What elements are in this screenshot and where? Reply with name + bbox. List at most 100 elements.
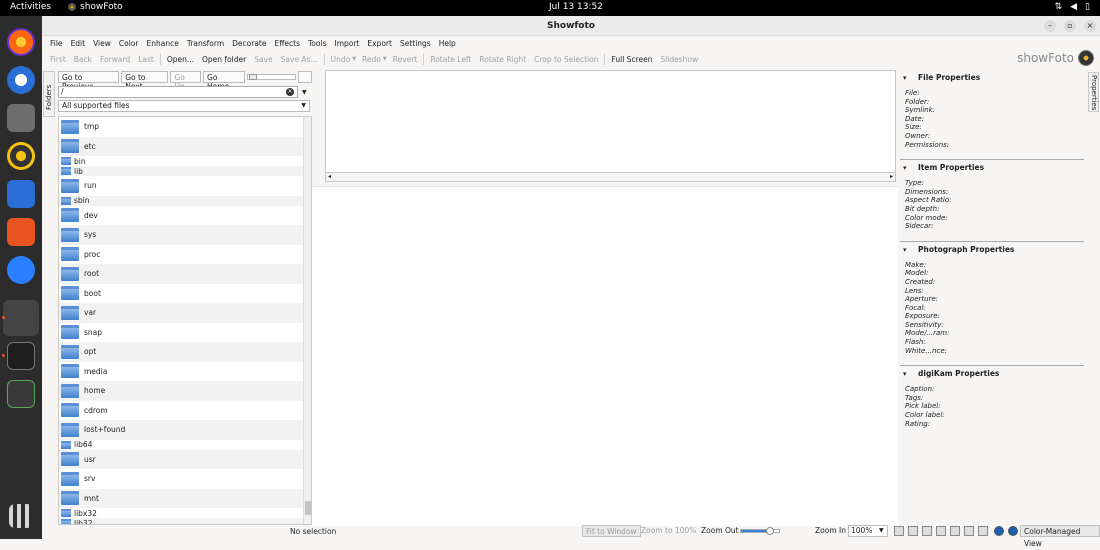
save-button[interactable]: Save bbox=[250, 55, 276, 64]
revert-button[interactable]: Revert bbox=[389, 55, 422, 64]
view-mode-3-icon[interactable] bbox=[950, 526, 960, 536]
last-button[interactable]: Last bbox=[134, 55, 158, 64]
path-dropdown-icon[interactable]: ▼ bbox=[302, 89, 307, 96]
go-to-previous-button[interactable]: Go to Previous bbox=[58, 71, 120, 91]
menu-edit[interactable]: Edit bbox=[67, 39, 90, 48]
folder-scrollbar[interactable] bbox=[303, 117, 311, 524]
scrollbar-thumb[interactable] bbox=[305, 501, 311, 515]
close-button[interactable]: × bbox=[1084, 20, 1096, 32]
menu-color[interactable]: Color bbox=[115, 39, 143, 48]
fit-to-window-button[interactable]: Fit to Window bbox=[582, 525, 641, 537]
view-mode-4-icon[interactable] bbox=[964, 526, 974, 536]
rotate-left-button[interactable]: Rotate Left bbox=[426, 55, 475, 64]
rhythmbox-icon[interactable] bbox=[7, 142, 35, 170]
menu-settings[interactable]: Settings bbox=[396, 39, 435, 48]
view-mode-2-icon[interactable] bbox=[936, 526, 946, 536]
color-managed-view-button[interactable]: Color-Managed View bbox=[1020, 525, 1100, 548]
folder-row[interactable]: run bbox=[59, 176, 303, 196]
firefox-icon[interactable] bbox=[7, 28, 35, 56]
menu-help[interactable]: Help bbox=[435, 39, 460, 48]
menu-transform[interactable]: Transform bbox=[183, 39, 228, 48]
go-home-button[interactable]: Go Home bbox=[203, 71, 246, 91]
scroll-left-icon[interactable]: ◂ bbox=[328, 173, 331, 180]
menu-decorate[interactable]: Decorate bbox=[228, 39, 270, 48]
image-canvas[interactable] bbox=[325, 70, 896, 182]
photograph-properties-header[interactable]: Photograph Properties bbox=[900, 242, 1086, 258]
folder-row[interactable]: etc bbox=[59, 136, 303, 156]
digikam-properties-header[interactable]: digiKam Properties bbox=[900, 366, 1086, 382]
zoom-to-100-button[interactable]: Zoom to 100% bbox=[638, 525, 699, 537]
folder-row[interactable]: bin bbox=[59, 156, 303, 166]
menu-tools[interactable]: Tools bbox=[304, 39, 330, 48]
view-mode-1-icon[interactable] bbox=[922, 526, 932, 536]
folder-row[interactable]: home bbox=[59, 381, 303, 401]
zoom-dropdown-icon[interactable]: ▼ bbox=[879, 527, 884, 534]
zoom-slider[interactable] bbox=[740, 527, 780, 535]
folder-row[interactable]: srv bbox=[59, 469, 303, 489]
tab-folders[interactable]: Folders bbox=[43, 71, 55, 117]
folder-row[interactable]: tmp bbox=[59, 117, 303, 137]
slider-handle[interactable] bbox=[249, 74, 258, 80]
undo-dropdown-icon[interactable]: ▼ bbox=[352, 56, 356, 62]
zoom-out-button[interactable]: Zoom Out bbox=[698, 525, 742, 537]
slideshow-button[interactable]: Slideshow bbox=[656, 55, 702, 64]
minimize-button[interactable]: – bbox=[1044, 20, 1056, 32]
crop-to-selection-button[interactable]: Crop to Selection bbox=[530, 55, 602, 64]
terminal-icon[interactable] bbox=[7, 342, 35, 370]
first-button[interactable]: First bbox=[46, 55, 70, 64]
underexposure-icon[interactable] bbox=[894, 526, 904, 536]
view-mode-5-icon[interactable] bbox=[978, 526, 988, 536]
canvas-horizontal-scrollbar[interactable]: ◂ ▸ bbox=[325, 172, 896, 182]
folder-row[interactable]: libx32 bbox=[59, 508, 303, 518]
folder-row[interactable]: cdrom bbox=[59, 401, 303, 421]
item-properties-header[interactable]: Item Properties bbox=[900, 160, 1086, 176]
menu-export[interactable]: Export bbox=[363, 39, 396, 48]
menu-import[interactable]: Import bbox=[330, 39, 363, 48]
maximize-button[interactable]: ▫ bbox=[1064, 20, 1076, 32]
folder-row[interactable]: sbin bbox=[59, 195, 303, 206]
folder-row[interactable]: opt bbox=[59, 342, 303, 362]
full-screen-button[interactable]: Full Screen bbox=[607, 55, 656, 64]
files-icon[interactable] bbox=[7, 104, 35, 132]
open-button[interactable]: Open... bbox=[163, 55, 198, 64]
thumbnail-bar[interactable] bbox=[312, 186, 898, 526]
folder-row[interactable]: mnt bbox=[59, 488, 303, 508]
open-folder-button[interactable]: Open folder bbox=[198, 55, 250, 64]
thumbnail-size-slider[interactable] bbox=[247, 74, 297, 80]
rotate-right-button[interactable]: Rotate Right bbox=[475, 55, 530, 64]
undo-button[interactable]: Undo bbox=[327, 55, 355, 64]
color-profile-icon[interactable] bbox=[994, 526, 1004, 536]
folder-row[interactable]: lib64 bbox=[59, 440, 303, 450]
folder-row[interactable]: boot bbox=[59, 284, 303, 304]
app-menu-button[interactable]: showFoto bbox=[68, 2, 123, 12]
menu-effects[interactable]: Effects bbox=[271, 39, 305, 48]
folder-row[interactable]: proc bbox=[59, 245, 303, 265]
show-apps-icon[interactable] bbox=[9, 504, 33, 528]
folder-row[interactable]: lib bbox=[59, 166, 303, 176]
file-filter-select[interactable]: All supported files ▼ bbox=[58, 100, 310, 112]
folder-row[interactable]: usr bbox=[59, 449, 303, 469]
writer-icon[interactable] bbox=[7, 180, 35, 208]
menu-file[interactable]: File bbox=[46, 39, 67, 48]
scroll-right-icon[interactable]: ▸ bbox=[890, 173, 893, 180]
showfoto-dock-icon[interactable] bbox=[3, 300, 39, 336]
go-to-next-button[interactable]: Go to Next bbox=[121, 71, 169, 91]
system-tray[interactable]: ⇅ ◀ ▯ bbox=[1055, 2, 1090, 12]
menu-enhance[interactable]: Enhance bbox=[143, 39, 183, 48]
more-options-button[interactable] bbox=[298, 71, 312, 83]
folder-row[interactable]: sys bbox=[59, 225, 303, 245]
thunderbird-icon[interactable] bbox=[7, 66, 35, 94]
activities-button[interactable]: Activities bbox=[10, 2, 51, 12]
menu-view[interactable]: View bbox=[89, 39, 115, 48]
folder-row[interactable]: media bbox=[59, 362, 303, 382]
zoom-slider-handle[interactable] bbox=[766, 527, 774, 535]
folder-row[interactable]: dev bbox=[59, 206, 303, 226]
software-icon[interactable] bbox=[7, 218, 35, 246]
file-properties-header[interactable]: File Properties bbox=[900, 70, 1086, 86]
folder-row[interactable]: var bbox=[59, 303, 303, 323]
clock[interactable]: Jul 13 13:52 bbox=[549, 2, 603, 12]
overexposure-icon[interactable] bbox=[908, 526, 918, 536]
path-input[interactable]: / × bbox=[58, 86, 298, 98]
go-up-button[interactable]: Go Up bbox=[170, 71, 202, 91]
help-icon[interactable] bbox=[7, 256, 35, 284]
